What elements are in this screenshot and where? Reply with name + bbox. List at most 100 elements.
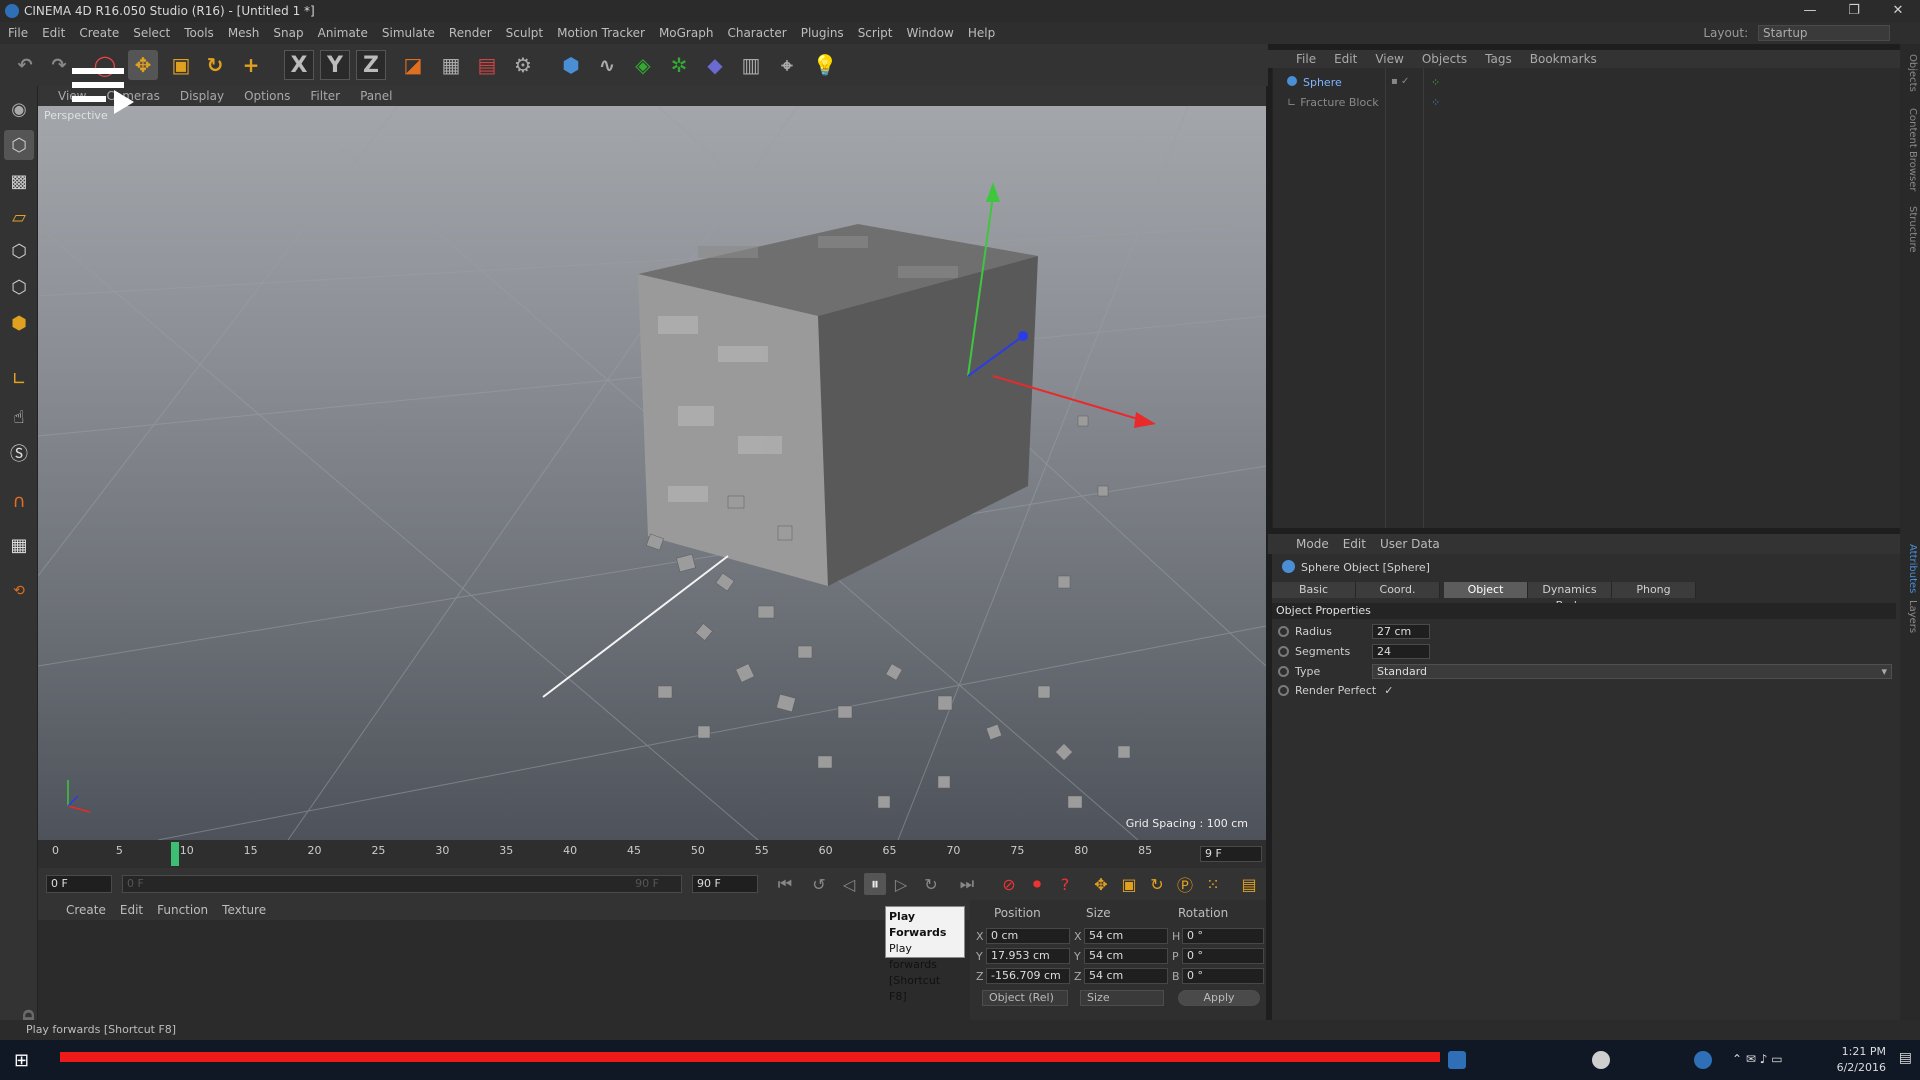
menu-edit[interactable]: Edit: [42, 26, 65, 40]
segments-animate-icon[interactable]: [1278, 646, 1289, 657]
end-frame-field[interactable]: 90 F: [692, 875, 758, 893]
menu-sculpt[interactable]: Sculpt: [506, 26, 543, 40]
rotate-tool-icon[interactable]: ↻: [200, 50, 230, 80]
record-point-level-icon[interactable]: ⁙: [1202, 873, 1224, 895]
menu-snap[interactable]: Snap: [273, 26, 303, 40]
help-icon[interactable]: [1694, 1051, 1712, 1069]
am-menu-user-data[interactable]: User Data: [1380, 537, 1440, 551]
go-to-start-icon[interactable]: ⏮: [774, 873, 796, 895]
x-axis-lock-button[interactable]: X: [284, 50, 314, 80]
texture-mode-icon[interactable]: ▩: [4, 166, 34, 196]
size-y-field[interactable]: 54 cm: [1084, 948, 1168, 964]
record-scale-icon[interactable]: ▣: [1118, 873, 1140, 895]
size-x-field[interactable]: 54 cm: [1084, 928, 1168, 944]
apply-button[interactable]: Apply: [1178, 990, 1260, 1006]
record-active-objects-icon[interactable]: ⊘: [998, 873, 1020, 895]
render-perfect-checkbox[interactable]: ✓: [1384, 684, 1393, 697]
undo-icon[interactable]: ↶: [10, 50, 40, 80]
viewport-menu-filter[interactable]: Filter: [310, 89, 340, 103]
radius-field[interactable]: 27 cm: [1372, 624, 1430, 639]
snapping-icon[interactable]: ∩: [4, 486, 34, 516]
menu-motion-tracker[interactable]: Motion Tracker: [557, 26, 645, 40]
tab-phong[interactable]: Phong: [1612, 582, 1696, 598]
pos-y-field[interactable]: 17.953 cm: [986, 948, 1070, 964]
render-picture-viewer-icon[interactable]: ▤: [472, 50, 502, 80]
timeline-playhead[interactable]: [171, 842, 179, 866]
menu-animate[interactable]: Animate: [318, 26, 368, 40]
current-frame-field[interactable]: 9 F: [1200, 846, 1262, 862]
timeline-window-icon[interactable]: ▤: [1238, 873, 1260, 895]
points-mode-icon[interactable]: ⬡: [4, 236, 34, 266]
am-menu-mode[interactable]: Mode: [1296, 537, 1329, 551]
scale-tool-icon[interactable]: ▣: [166, 50, 196, 80]
play-forwards-button[interactable]: ⏸: [864, 873, 886, 895]
minimize-button[interactable]: —: [1788, 0, 1832, 22]
menu-simulate[interactable]: Simulate: [382, 26, 435, 40]
menu-window[interactable]: Window: [907, 26, 954, 40]
next-key-icon[interactable]: ↻: [920, 873, 942, 895]
tab-coord[interactable]: Coord.: [1356, 582, 1440, 598]
coordinate-system-icon[interactable]: ◪: [398, 50, 428, 80]
render-settings-icon[interactable]: ⚙: [508, 50, 538, 80]
keyframe-selection-icon[interactable]: ?: [1054, 873, 1076, 895]
menu-file[interactable]: File: [8, 26, 28, 40]
record-rotation-icon[interactable]: ↻: [1146, 873, 1168, 895]
object-row-sphere[interactable]: Sphere: [1287, 76, 1342, 89]
perspective-viewport[interactable]: Perspective Grid Spacing : 100 cm: [38, 106, 1266, 840]
add-tool-icon[interactable]: +: [236, 50, 266, 80]
spline-pen-icon[interactable]: ∿: [592, 50, 622, 80]
tray-icons[interactable]: ⌃ ✉ ♪ ▭: [1732, 1052, 1783, 1066]
object-visibility-toggles[interactable]: ▪ ✓: [1391, 76, 1421, 87]
object-row-fracture-block[interactable]: ∟ Fracture Block: [1287, 96, 1379, 109]
menu-script[interactable]: Script: [858, 26, 893, 40]
menu-create[interactable]: Create: [79, 26, 119, 40]
om-menu-edit[interactable]: Edit: [1334, 52, 1357, 66]
axis-mode-icon[interactable]: ∟: [4, 364, 34, 394]
segments-field[interactable]: 24: [1372, 644, 1430, 659]
autokeying-icon[interactable]: ⏺: [1026, 873, 1048, 895]
side-tab-layers[interactable]: Layers: [1902, 600, 1918, 633]
render-perfect-animate-icon[interactable]: [1278, 685, 1289, 696]
render-view-icon[interactable]: ▦: [436, 50, 466, 80]
workplane-lock-icon[interactable]: ▦: [4, 530, 34, 560]
camera-icon[interactable]: ⌖: [772, 50, 802, 80]
side-tab-content-browser[interactable]: Content Browser: [1902, 108, 1918, 191]
material-menu-create[interactable]: Create: [66, 903, 106, 917]
model-mode-icon[interactable]: ⬡: [4, 130, 34, 160]
make-editable-icon[interactable]: ◉: [4, 94, 34, 124]
tab-basic[interactable]: Basic: [1272, 582, 1356, 598]
previous-key-icon[interactable]: ↺: [808, 873, 830, 895]
taskbar-app-icon[interactable]: [1448, 1051, 1466, 1069]
menu-character[interactable]: Character: [727, 26, 786, 40]
layout-dropdown[interactable]: Startup: [1758, 25, 1890, 41]
mograph-tag-icon[interactable]: ⁘: [1431, 96, 1440, 109]
taskbar-clock[interactable]: 1:21 PM 6/2/2016: [1837, 1044, 1886, 1076]
start-frame-field[interactable]: 0 F: [46, 875, 112, 893]
coordinate-mode-dropdown[interactable]: Object (Rel): [982, 990, 1068, 1006]
om-menu-tags[interactable]: Tags: [1485, 52, 1512, 66]
rot-h-field[interactable]: 0 °: [1182, 928, 1264, 944]
record-position-icon[interactable]: ✥: [1090, 873, 1112, 895]
side-tab-structure[interactable]: Structure: [1902, 206, 1918, 253]
locked-workplane-icon[interactable]: ⟲: [4, 576, 34, 606]
record-parameter-icon[interactable]: Ⓟ: [1174, 873, 1196, 895]
om-menu-file[interactable]: File: [1296, 52, 1316, 66]
workplane-icon[interactable]: ▱: [4, 202, 34, 232]
floor-icon[interactable]: ▥: [736, 50, 766, 80]
menu-plugins[interactable]: Plugins: [801, 26, 844, 40]
size-z-field[interactable]: 54 cm: [1084, 968, 1168, 984]
tab-object[interactable]: Object: [1444, 582, 1528, 598]
itunes-icon[interactable]: [1592, 1051, 1610, 1069]
notification-icon[interactable]: ▤: [1899, 1050, 1912, 1066]
size-mode-dropdown[interactable]: Size: [1080, 990, 1164, 1006]
menu-select[interactable]: Select: [133, 26, 170, 40]
am-menu-edit[interactable]: Edit: [1343, 537, 1366, 551]
material-manager-area[interactable]: [38, 920, 970, 1020]
edges-mode-icon[interactable]: ⬡: [4, 272, 34, 302]
viewport-menu-panel[interactable]: Panel: [360, 89, 392, 103]
rot-b-field[interactable]: 0 °: [1182, 968, 1264, 984]
deformer-icon[interactable]: ◆: [700, 50, 730, 80]
om-menu-objects[interactable]: Objects: [1422, 52, 1467, 66]
type-dropdown[interactable]: Standard ▾: [1372, 664, 1892, 679]
y-axis-lock-button[interactable]: Y: [320, 50, 350, 80]
